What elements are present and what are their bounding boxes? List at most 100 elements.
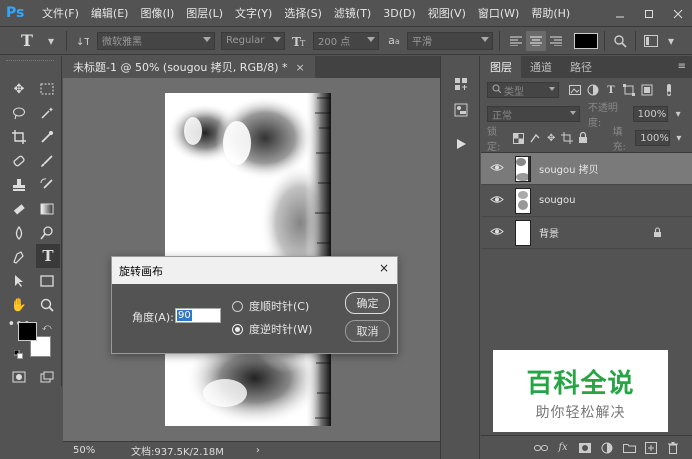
ok-button[interactable]: 确定 xyxy=(345,292,390,314)
healing-brush-icon[interactable] xyxy=(8,150,30,172)
tab-layers[interactable]: 图层 xyxy=(481,56,521,78)
type-tool-preset[interactable]: T xyxy=(12,31,42,50)
properties-panel-icon[interactable] xyxy=(451,100,471,120)
stamp-tool-icon[interactable] xyxy=(8,174,30,196)
chevron-down-icon[interactable]: ▾ xyxy=(670,106,686,122)
eye-icon[interactable] xyxy=(487,162,507,175)
font-family-select[interactable]: 微软雅黑 xyxy=(97,31,215,50)
crop-tool-icon[interactable] xyxy=(8,126,30,148)
lock-transparent-icon[interactable] xyxy=(512,130,526,146)
blend-mode-select[interactable]: 正常 xyxy=(487,106,580,122)
menu-file[interactable]: 文件(F) xyxy=(42,5,79,21)
filter-smart-object-icon[interactable] xyxy=(639,82,655,98)
move-tool-icon[interactable]: ✥ xyxy=(8,78,30,100)
brush-tool-icon[interactable] xyxy=(36,150,58,172)
align-right-icon[interactable] xyxy=(546,31,566,51)
eraser-tool-icon[interactable] xyxy=(8,198,30,220)
menu-help[interactable]: 帮助(H) xyxy=(531,5,570,21)
radio-counterclockwise[interactable]: 度逆时针(W) xyxy=(232,321,312,337)
path-selection-icon[interactable] xyxy=(8,270,30,292)
filter-type-icon[interactable]: T xyxy=(603,82,619,98)
history-brush-icon[interactable] xyxy=(36,174,58,196)
lasso-tool-icon[interactable] xyxy=(8,102,30,124)
swap-colors-icon[interactable]: ⤺ xyxy=(42,323,52,333)
zoom-tool-icon[interactable] xyxy=(36,294,58,316)
font-size-select[interactable]: 200 点 xyxy=(313,31,379,50)
lock-all-icon[interactable] xyxy=(576,130,590,146)
hand-tool-icon[interactable]: ✋ xyxy=(8,294,30,316)
document-tab[interactable]: 未标题-1 @ 50% (sougou 拷贝, RGB/8) * × xyxy=(63,56,315,78)
radio-button[interactable] xyxy=(232,300,243,312)
eyedropper-icon[interactable] xyxy=(36,126,58,148)
filter-shape-icon[interactable] xyxy=(621,82,637,98)
pen-tool-icon[interactable] xyxy=(8,246,30,268)
layer-row-background[interactable]: 背景 xyxy=(481,217,692,249)
lock-image-icon[interactable] xyxy=(528,130,542,146)
menu-3d[interactable]: 3D(D) xyxy=(383,7,416,20)
tab-paths[interactable]: 路径 xyxy=(561,56,601,78)
new-layer-icon[interactable] xyxy=(642,439,660,457)
blur-tool-icon[interactable] xyxy=(8,222,30,244)
rectangle-tool-icon[interactable] xyxy=(36,270,58,292)
align-left-icon[interactable] xyxy=(506,31,526,51)
chevron-down-icon[interactable]: ▾ xyxy=(662,32,680,50)
menu-window[interactable]: 窗口(W) xyxy=(478,5,519,21)
radio-button[interactable] xyxy=(232,323,243,335)
zoom-level[interactable]: 50% xyxy=(73,445,119,456)
radio-clockwise[interactable]: 度顺时针(C) xyxy=(232,298,309,314)
eye-icon[interactable] xyxy=(487,194,507,207)
cancel-button[interactable]: 取消 xyxy=(345,320,390,342)
menu-edit[interactable]: 编辑(E) xyxy=(91,5,129,21)
close-icon[interactable]: × xyxy=(379,261,389,275)
lock-artboard-icon[interactable] xyxy=(560,130,574,146)
menu-view[interactable]: 视图(V) xyxy=(428,5,466,21)
text-color-swatch[interactable] xyxy=(574,32,598,49)
foreground-color[interactable] xyxy=(18,322,37,341)
filter-toggle-icon[interactable] xyxy=(661,82,677,98)
dodge-tool-icon[interactable] xyxy=(36,222,58,244)
layer-style-icon[interactable]: fx xyxy=(554,439,572,457)
layer-row-sougou-copy[interactable]: sougou 拷贝 xyxy=(481,153,692,185)
anti-alias-select[interactable]: 平滑 xyxy=(407,31,493,50)
maximize-icon[interactable] xyxy=(634,0,663,27)
filter-pixel-icon[interactable] xyxy=(567,82,583,98)
delete-layer-icon[interactable] xyxy=(664,439,682,457)
type-tool-icon[interactable]: T xyxy=(36,244,60,268)
layer-row-sougou[interactable]: sougou xyxy=(481,185,692,217)
quick-mask-icon[interactable] xyxy=(8,366,30,388)
toggle-orientation-icon[interactable]: ↓T xyxy=(73,32,91,50)
search-icon[interactable] xyxy=(611,32,629,50)
workspace-icon[interactable] xyxy=(642,32,660,50)
lock-position-icon[interactable]: ✥ xyxy=(544,130,558,146)
marquee-tool-icon[interactable] xyxy=(36,78,58,100)
filter-adjustment-icon[interactable] xyxy=(585,82,601,98)
panel-menu-icon[interactable]: ≡ xyxy=(678,61,686,72)
menu-type[interactable]: 文字(Y) xyxy=(235,5,272,21)
menu-select[interactable]: 选择(S) xyxy=(284,5,322,21)
menu-filter[interactable]: 滤镜(T) xyxy=(334,5,371,21)
close-tab-icon[interactable]: × xyxy=(296,61,305,74)
magic-wand-icon[interactable]: ✦ xyxy=(36,102,58,124)
chevron-down-icon[interactable]: ▾ xyxy=(672,130,686,146)
gradient-tool-icon[interactable] xyxy=(36,198,58,220)
screen-mode-icon[interactable] xyxy=(36,366,58,388)
opacity-input[interactable]: 100% xyxy=(632,106,669,122)
link-layers-icon[interactable] xyxy=(532,439,550,457)
angle-input[interactable]: 90 xyxy=(175,308,221,323)
layer-filter-select[interactable]: 类型 xyxy=(487,82,559,98)
play-icon[interactable] xyxy=(451,134,471,154)
new-group-icon[interactable] xyxy=(620,439,638,457)
font-style-select[interactable]: Regular xyxy=(221,31,285,50)
fill-input[interactable]: 100% xyxy=(635,130,670,146)
status-arrow-icon[interactable]: › xyxy=(256,445,260,456)
menu-image[interactable]: 图像(I) xyxy=(140,5,174,21)
close-icon[interactable] xyxy=(663,0,692,27)
align-center-icon[interactable] xyxy=(526,30,546,51)
adjustment-layer-icon[interactable] xyxy=(598,439,616,457)
chevron-down-icon[interactable]: ▾ xyxy=(42,32,60,50)
eye-icon[interactable] xyxy=(487,226,507,239)
tab-channels[interactable]: 通道 xyxy=(521,56,561,78)
history-panel-icon[interactable] xyxy=(451,74,471,94)
minimize-icon[interactable] xyxy=(605,0,634,27)
add-mask-icon[interactable] xyxy=(576,439,594,457)
